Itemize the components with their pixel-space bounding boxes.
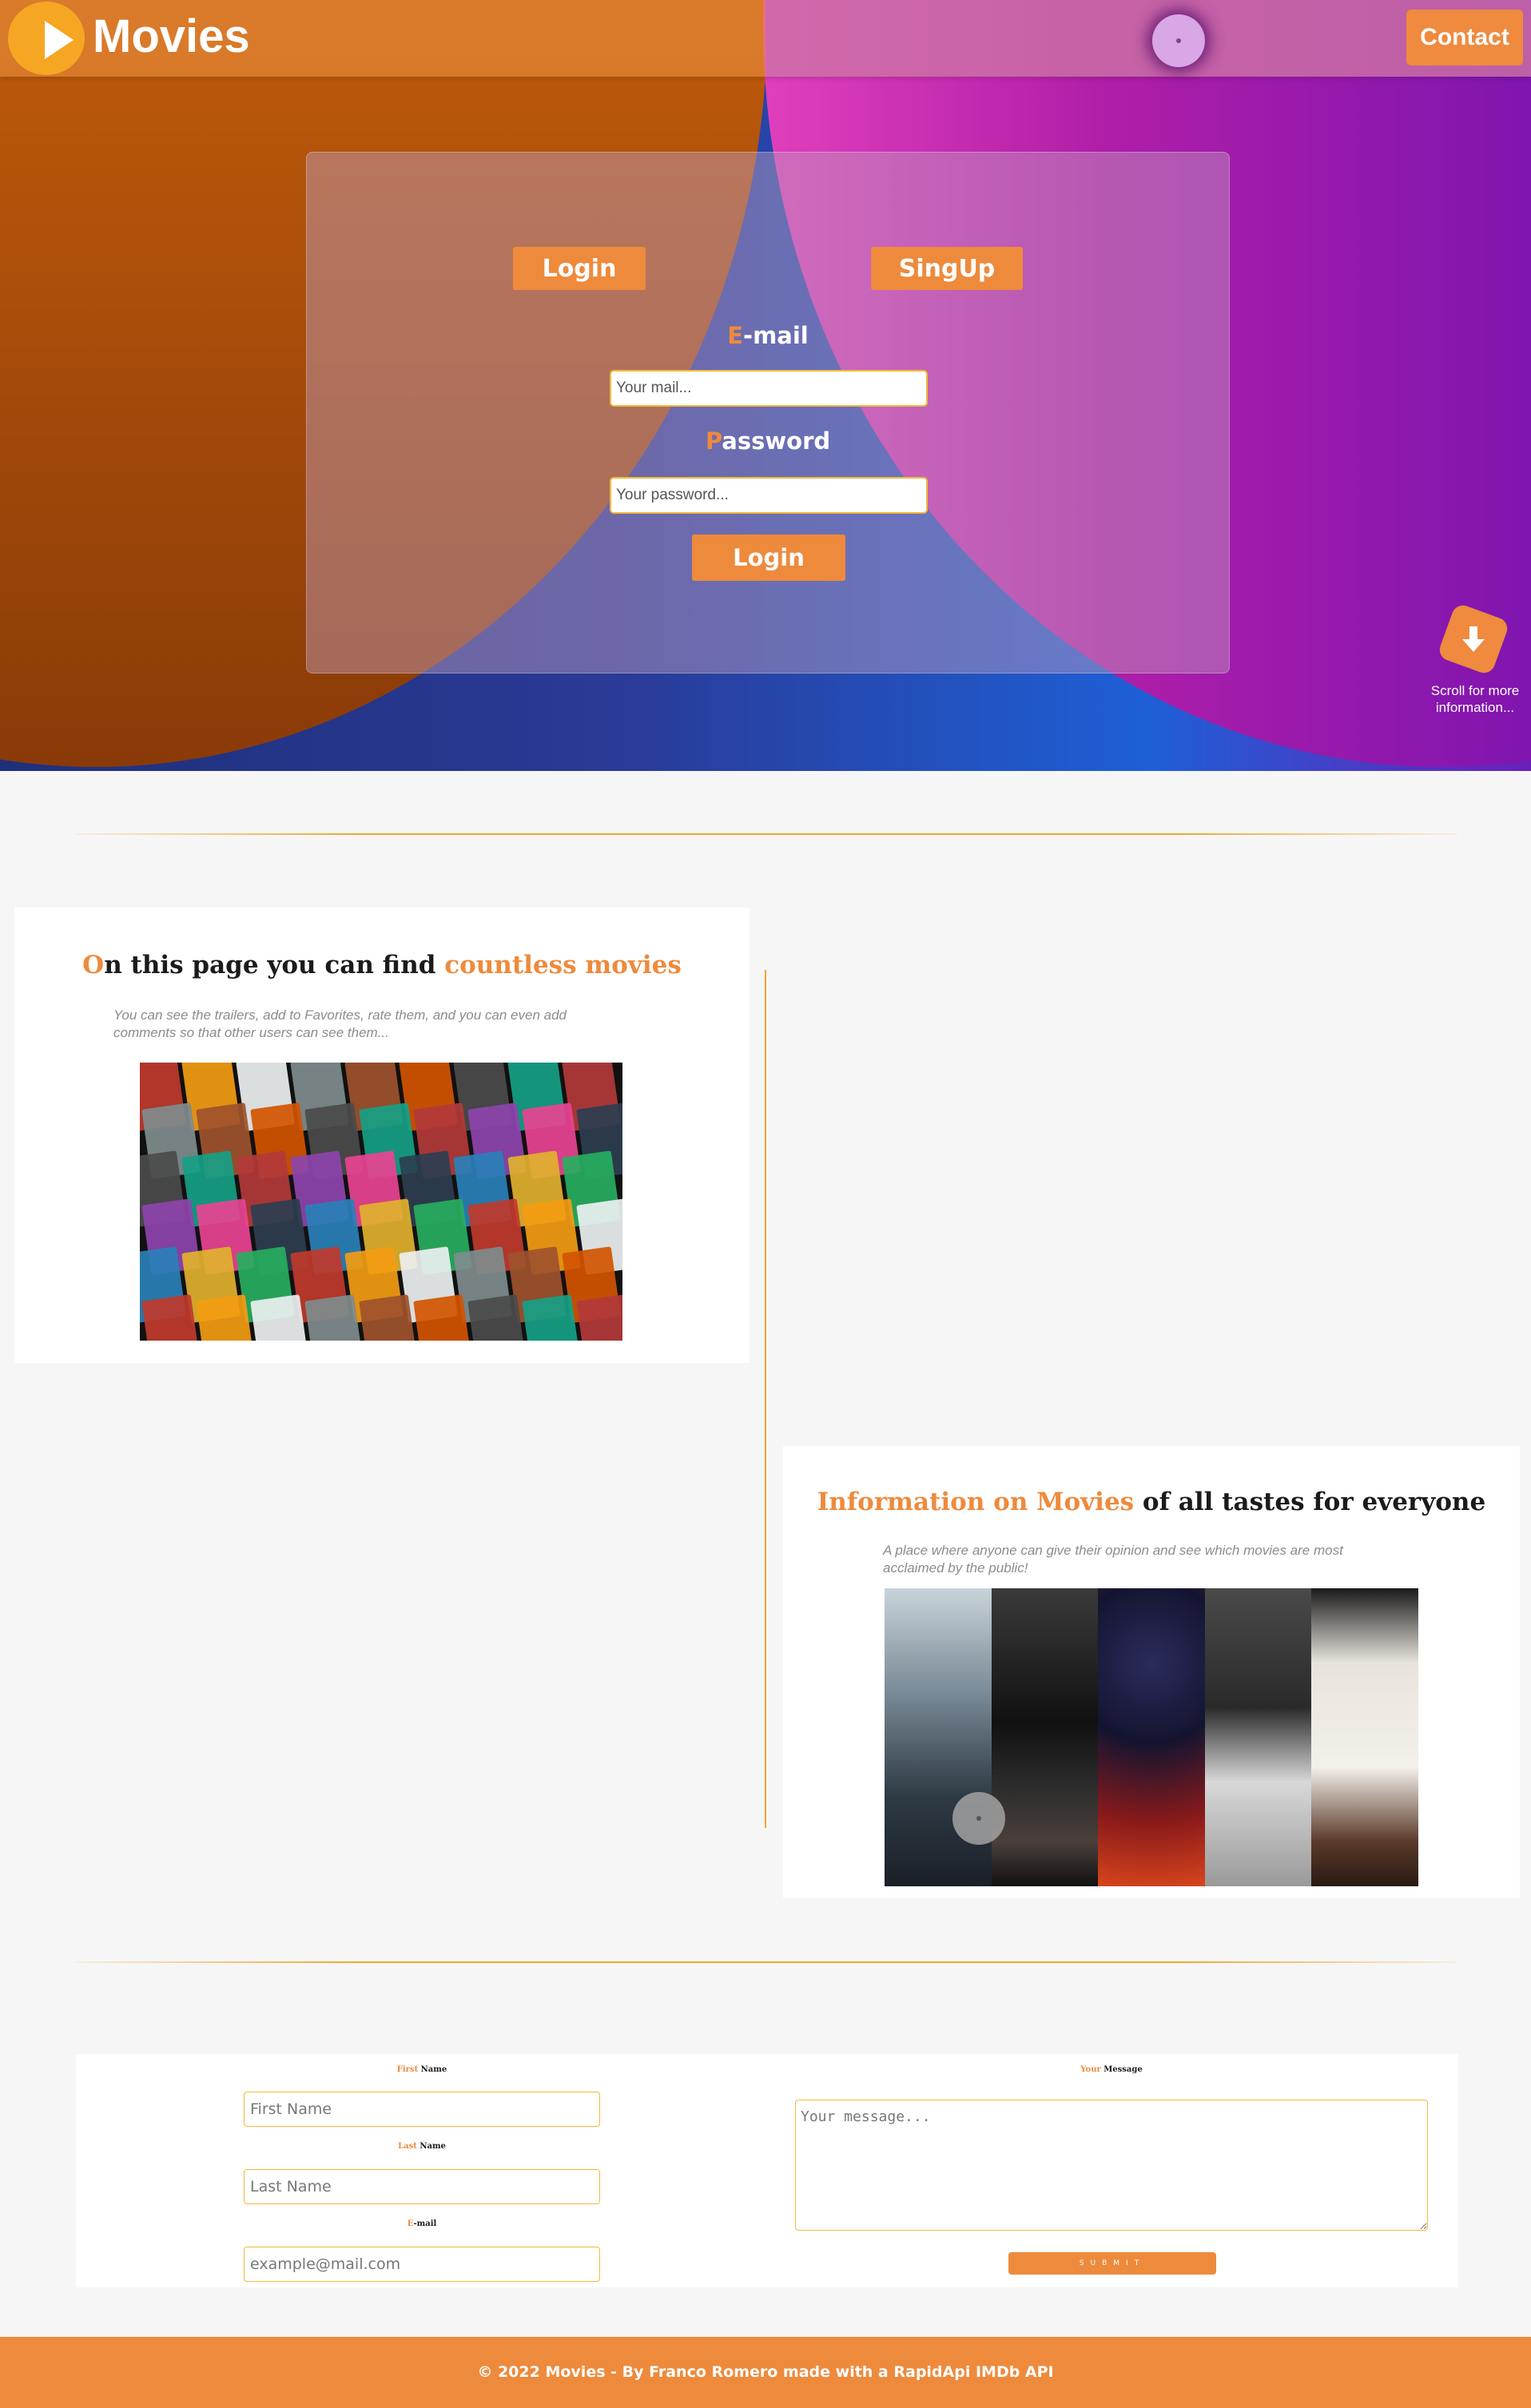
theme-toggle-icon xyxy=(1176,38,1181,43)
login-submit-button[interactable]: Login xyxy=(692,534,845,581)
contact-button[interactable]: Contact xyxy=(1406,10,1523,66)
logo[interactable] xyxy=(8,2,85,75)
footer: © 2022 Movies - By Franco Romero made wi… xyxy=(0,2337,1531,2408)
last-name-input[interactable] xyxy=(244,2169,600,2204)
password-input[interactable] xyxy=(610,477,928,514)
info-card-countless-movies: On this page you can find countless movi… xyxy=(14,908,750,1363)
movie-posters-image xyxy=(140,1063,622,1341)
last-name-label: Last Name xyxy=(398,2142,446,2151)
poster-tile xyxy=(413,1294,472,1341)
email-input[interactable] xyxy=(610,370,928,407)
poster-tile xyxy=(467,1294,527,1341)
timeline-line xyxy=(765,970,766,1828)
poster-tile xyxy=(359,1294,418,1341)
footer-text: © 2022 Movies - By Franco Romero made wi… xyxy=(477,2363,1054,2381)
contact-email-input[interactable] xyxy=(244,2247,600,2282)
poster-tile xyxy=(250,1294,309,1341)
message-label: Your Message xyxy=(1080,2065,1143,2074)
contact-email-label: E-mail xyxy=(407,2219,437,2228)
tab-signup[interactable]: SingUp xyxy=(871,247,1023,290)
poster-tile xyxy=(576,1294,622,1341)
section-divider xyxy=(74,833,1457,835)
movie-collage-image xyxy=(885,1588,1418,1886)
info-card-information: Information on Movies of all tastes for … xyxy=(783,1446,1520,1898)
tab-login[interactable]: Login xyxy=(513,247,646,290)
contact-submit-button[interactable]: SUBMIT xyxy=(1008,2252,1216,2275)
poster-tile xyxy=(141,1294,201,1341)
poster-tile xyxy=(522,1294,581,1341)
scroll-hint-text: Scroll for more information... xyxy=(1430,683,1520,715)
loading-indicator xyxy=(952,1792,1005,1845)
first-name-label: First Name xyxy=(396,2065,447,2074)
theme-toggle-button[interactable] xyxy=(1152,14,1205,67)
hero-section: Movies Contact Login SingUp E-mail Passw… xyxy=(0,0,1531,771)
message-textarea[interactable] xyxy=(795,2100,1428,2231)
first-name-input[interactable] xyxy=(244,2092,600,2127)
card-title: Information on Movies of all tastes for … xyxy=(817,1488,1486,1516)
play-icon xyxy=(45,21,74,59)
email-label: E-mail xyxy=(727,322,809,349)
login-card: Login SingUp E-mail Password Login xyxy=(306,152,1230,674)
card-title: On this page you can find countless movi… xyxy=(82,951,682,979)
poster-tile xyxy=(304,1294,364,1341)
section-divider xyxy=(74,1961,1457,1963)
card-description: You can see the trailers, add to Favorit… xyxy=(113,1007,567,1040)
poster-tile xyxy=(196,1294,255,1341)
password-label: Password xyxy=(705,427,831,455)
card-description: A place where anyone can give their opin… xyxy=(883,1543,1343,1576)
brand-title[interactable]: Movies xyxy=(93,10,250,63)
navbar: Movies Contact xyxy=(0,0,1531,77)
contact-form: First Name Last Name E-mail Your Message… xyxy=(76,2054,1458,2287)
